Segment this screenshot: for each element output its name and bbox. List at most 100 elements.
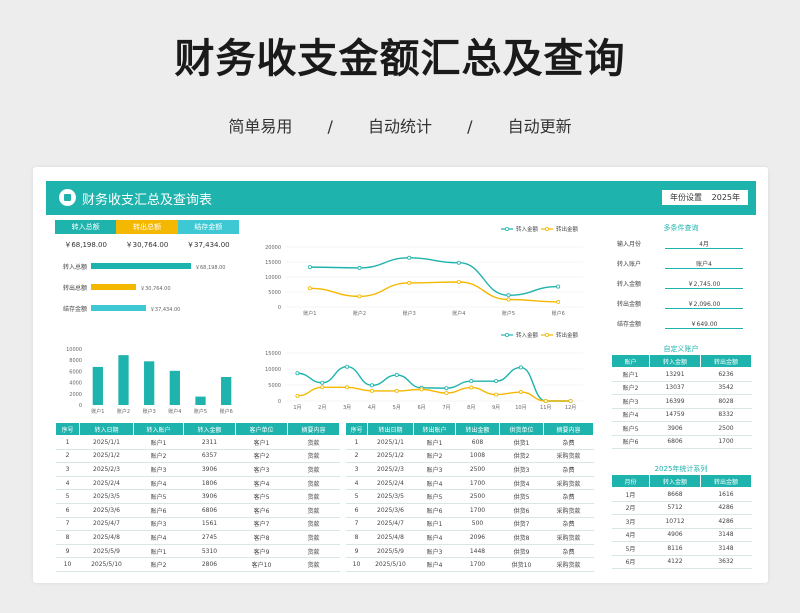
yearly-stats-row[interactable]: 4月 4906 3148 — [611, 528, 752, 542]
table-cell: 6806 — [183, 503, 236, 518]
dashboard-banner: 财务收支汇总及查询表 年份设置 2025年 — [46, 181, 756, 215]
series-point — [518, 365, 523, 370]
custom-account-row[interactable]: 账户1 13291 6236 — [611, 367, 752, 382]
expense-row[interactable]: 1 2025/1/1 账户1 608 供货1 杂费 — [345, 435, 594, 450]
hbar-label: 结存金额 — [63, 306, 88, 313]
series-point — [307, 265, 312, 270]
dashboard-card: 财务收支汇总及查询表 年份设置 2025年 转入总额 转出总额 结存金额 ￥68… — [33, 167, 768, 583]
income-row[interactable]: 7 2025/4/7 账户3 1561 客户7 货款 — [55, 517, 340, 532]
query-value[interactable]: 4月 — [665, 239, 743, 249]
income-row[interactable]: 8 2025/4/8 账户4 2745 客户8 货款 — [55, 530, 340, 545]
tab-income-total[interactable]: 转入总额 — [55, 220, 117, 234]
series-point — [357, 294, 362, 299]
income-row[interactable]: 2 2025/1/2 账户2 6357 客户2 货款 — [55, 449, 340, 464]
table-cell: 供货1 — [499, 435, 544, 450]
year-value[interactable]: 2025年 — [712, 192, 740, 203]
series-point — [494, 379, 499, 384]
query-label: 转出金额 — [617, 301, 642, 308]
income-row[interactable]: 4 2025/2/4 账户4 1806 客户4 货款 — [55, 476, 340, 491]
tab-balance[interactable]: 结存金额 — [177, 220, 239, 234]
custom-account-row[interactable]: 账户6 6806 1700 — [611, 435, 752, 449]
year-setting[interactable]: 年份设置 2025年 — [662, 190, 748, 205]
expense-row[interactable]: 6 2025/3/6 账户6 1700 供货6 采购货款 — [345, 503, 594, 518]
series-point — [320, 380, 325, 385]
hbar — [91, 284, 137, 290]
expense-row[interactable]: 9 2025/5/9 账户3 1448 供货9 杂费 — [345, 544, 594, 559]
expense-row[interactable]: 7 2025/4/7 账户1 500 供货7 杂费 — [345, 517, 594, 532]
table-cell: 客户6 — [235, 503, 288, 518]
table-cell: 7 — [345, 517, 368, 532]
tag-sep: / — [327, 117, 333, 136]
x-tick-label: 9月 — [492, 405, 500, 411]
legend-label: 转出金额 — [556, 331, 579, 339]
column-header: 转出金额 — [700, 474, 752, 488]
column-header: 转入日期 — [79, 422, 134, 436]
tag-auto-stat: 自动统计 — [367, 117, 432, 136]
table-cell: 500 — [455, 517, 500, 532]
column-header: 摘要内容 — [287, 422, 340, 436]
yearly-stats-row[interactable]: 6月 4122 3632 — [611, 555, 752, 569]
column-header: 摘要内容 — [543, 422, 594, 436]
legend-marker — [504, 226, 509, 231]
expense-row[interactable]: 10 2025/5/10 账户4 1700 供货10 采购货款 — [345, 557, 594, 572]
column-header: 转出日期 — [367, 422, 414, 436]
x-tick-label: 7月 — [442, 405, 450, 411]
table-cell: 账户4 — [413, 476, 456, 491]
yearly-stats-row[interactable]: 2月 5712 4286 — [611, 501, 752, 515]
table-cell: 供货4 — [499, 476, 544, 491]
table-cell: 2025/4/7 — [79, 517, 134, 532]
expense-row[interactable]: 4 2025/2/4 账户4 1700 供货4 采购货款 — [345, 476, 594, 491]
expense-row[interactable]: 3 2025/2/3 账户3 2500 供货3 杂费 — [345, 462, 594, 477]
series-point — [345, 364, 350, 369]
x-tick-label: 3月 — [343, 405, 351, 411]
x-tick-label: 12月 — [565, 405, 576, 411]
income-row[interactable]: 10 2025/5/10 账户2 2806 客户10 货款 — [55, 557, 340, 572]
income-row[interactable]: 6 2025/3/6 账户6 6806 客户6 货款 — [55, 503, 340, 518]
query-value[interactable]: 账户4 — [665, 259, 743, 269]
table-cell: 1月 — [611, 487, 650, 502]
expense-row[interactable]: 2 2025/1/2 账户2 1008 供货2 采购货款 — [345, 449, 594, 464]
table-cell: 2025/3/5 — [79, 489, 134, 504]
table-cell: 4 — [55, 476, 80, 491]
income-row[interactable]: 1 2025/1/1 账户1 2311 客户1 货款 — [55, 435, 340, 450]
table-cell: 6357 — [183, 449, 236, 464]
series-point — [369, 383, 374, 388]
table-cell: 3148 — [700, 528, 752, 542]
column-header: 转出金额 — [700, 354, 752, 368]
yearly-stats-row[interactable]: 3月 10712 4286 — [611, 514, 752, 529]
table-cell: 货款 — [287, 435, 340, 450]
balance-value: ￥37,434.00 — [187, 241, 230, 249]
custom-account-row[interactable]: 账户5 3906 2500 — [611, 421, 752, 436]
monthly-line-chart: 0 5000 10000 15000 1月 2月 3月 4月 5月 6月 7月 8月 9月 10月 11月 1… — [265, 331, 583, 411]
table-cell: 8668 — [649, 487, 701, 502]
income-row[interactable]: 9 2025/5/9 账户1 5310 客户9 货款 — [55, 544, 340, 559]
table-cell: 客户9 — [235, 544, 288, 559]
x-tick-label: 账户2 — [117, 408, 130, 415]
table-cell: 账户6 — [611, 435, 650, 449]
expense-row[interactable]: 5 2025/3/5 账户5 2500 供货5 杂费 — [345, 489, 594, 504]
column-header: 转出账户 — [413, 422, 456, 436]
query-title: 多条件查询 — [663, 224, 699, 232]
table-cell: 账户4 — [413, 530, 456, 545]
custom-account-row[interactable]: 账户3 16399 8028 — [611, 394, 752, 409]
table-cell: 账户4 — [133, 476, 184, 491]
account-line-chart: 0 5000 10000 15000 20000 账户1 账户2 账户3 账户4 账户5 账户6 转入… — [265, 225, 583, 317]
income-row[interactable]: 5 2025/3/5 账户5 3906 客户5 货款 — [55, 489, 340, 504]
yearly-stats-row[interactable]: 1月 8668 1616 — [611, 487, 752, 502]
table-cell: 2025/5/10 — [367, 557, 414, 572]
expense-row[interactable]: 8 2025/4/8 账户4 2096 供货8 采购货款 — [345, 530, 594, 545]
income-row[interactable]: 3 2025/2/3 账户3 3906 客户3 货款 — [55, 462, 340, 477]
yearly-stats-row[interactable]: 5月 8116 3148 — [611, 541, 752, 556]
y-tick-label: 8000 — [69, 358, 82, 364]
tab-expense-total[interactable]: 转出总额 — [116, 220, 178, 234]
custom-account-row[interactable]: 账户2 13037 3542 — [611, 381, 752, 395]
series-point — [494, 392, 499, 397]
tag-auto-update: 自动更新 — [507, 117, 572, 136]
table-cell: 供货10 — [499, 557, 544, 572]
table-cell: 客户4 — [235, 476, 288, 491]
custom-account-row[interactable]: 账户4 14759 8332 — [611, 408, 752, 422]
summary-values: ￥68,198.00 ￥30,764.00 ￥37,434.00 — [55, 240, 239, 250]
table-cell: 1700 — [455, 476, 500, 491]
x-tick-label: 账户2 — [353, 310, 366, 317]
table-cell: 2025/4/8 — [367, 530, 414, 545]
